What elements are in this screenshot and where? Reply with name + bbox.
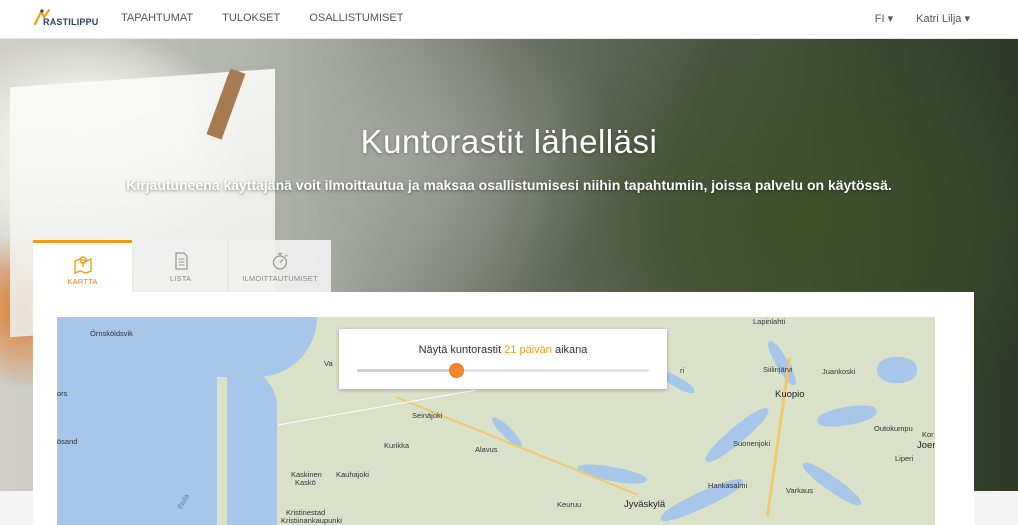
map-label-liperi: Liperi [895, 454, 914, 463]
map-sea [57, 317, 217, 525]
map-label-osand: ösand [57, 437, 78, 446]
rastilippu-logo[interactable]: RASTILIPPU [33, 8, 103, 30]
map-label-hankasalmi: Hankasalmi [708, 481, 748, 490]
map-label-ornskoldsvik: Örnsköldsvik [90, 329, 133, 338]
map-label-siilinjarvi: Siilinjärvi [763, 365, 793, 374]
hero-subtitle: Kirjautuneena käyttäjänä voit ilmoittaut… [126, 177, 892, 193]
list-icon [174, 252, 188, 270]
days-range-value: 21 päivän [504, 344, 552, 356]
map-lake [764, 338, 800, 388]
map-label-varkaus: Varkaus [786, 486, 813, 495]
nav-link-tulokset[interactable]: TULOKSET [222, 12, 280, 24]
map-label-juankoski: Juankoski [822, 367, 856, 376]
map-lake [799, 458, 865, 510]
map-label-kuopio: Kuopio [775, 389, 805, 400]
days-range-suffix: aikana [551, 344, 588, 356]
days-slider-track[interactable] [357, 364, 649, 377]
tab-kartta[interactable]: KARTTA [33, 240, 132, 295]
top-navbar: RASTILIPPU TAPAHTUMAT TULOKSET OSALLISTU… [0, 0, 1018, 39]
map-label-ri: ri [680, 366, 685, 375]
map-sea [197, 317, 317, 377]
map-label-alavus: Alavus [475, 445, 498, 454]
nav-link-osallistumiset[interactable]: OSALLISTUMISET [309, 12, 403, 24]
map-label-keuruu: Keuruu [557, 500, 582, 509]
map-label-kasko: Kaskö [295, 478, 316, 487]
map-label-joer: Joer [917, 440, 935, 451]
map-label-lapinlahti: Lapinlahti [753, 317, 786, 326]
map-label-kurikka: Kurikka [384, 441, 410, 450]
map-lake [701, 403, 773, 467]
map-label-kor: Kor [922, 430, 934, 439]
language-dropdown[interactable]: FI ▾ [875, 12, 893, 25]
map-lake [877, 357, 917, 383]
map-lake [815, 401, 879, 431]
days-range-label: Näytä kuntorastit 21 päivän aikana [339, 344, 667, 356]
map-label-va: Va [324, 359, 333, 368]
map-road [278, 389, 476, 426]
tab-ilmoittautumiset-label: ILMOITTAUTUMISET [242, 274, 318, 283]
user-menu-dropdown[interactable]: Katri Lilja ▾ [916, 12, 970, 25]
map-coast [227, 367, 277, 525]
days-slider-fill [357, 369, 457, 372]
days-slider-handle[interactable] [450, 364, 464, 377]
map-label-kristiinankaupunki: Kristiinankaupunki [281, 516, 342, 525]
logo-text: RASTILIPPU [43, 17, 99, 27]
tab-lista[interactable]: LISTA [134, 240, 227, 292]
map-label-ors: ors [57, 389, 68, 398]
map-icon [73, 256, 92, 275]
map-label-suonenjoki: Suonenjoki [733, 439, 771, 448]
hero-title: Kuntorastit lähelläsi [360, 123, 658, 160]
tab-kartta-label: KARTTA [67, 277, 98, 286]
days-range-panel: Näytä kuntorastit 21 päivän aikana [339, 329, 667, 389]
map-label-jyvaskyla: Jyväskylä [624, 499, 666, 510]
nav-link-tapahtumat[interactable]: TAPAHTUMAT [121, 12, 193, 24]
days-range-prefix: Näytä kuntorastit [418, 344, 505, 356]
stopwatch-icon [272, 252, 288, 270]
tab-lista-label: LISTA [169, 274, 192, 283]
map-label-seinajoki: Seinäjoki [412, 411, 443, 420]
map-label-kauhajoki: Kauhajoki [336, 470, 369, 479]
map-label-outokumpu: Outokumpu [874, 424, 913, 433]
tab-ilmoittautumiset[interactable]: ILMOITTAUTUMISET [229, 240, 331, 292]
